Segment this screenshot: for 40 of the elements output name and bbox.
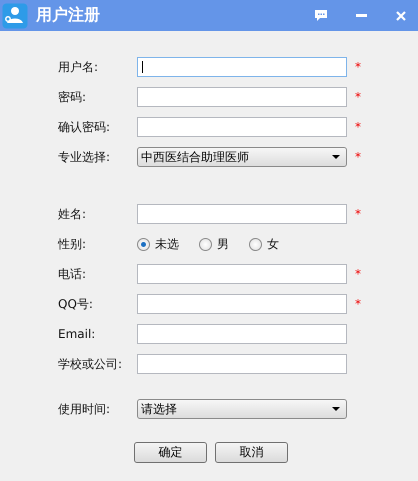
field-label: 电话: [58,266,88,282]
required-mark: * [355,120,361,134]
dropdown[interactable]: 请选择 [137,399,347,419]
required-mark: * [355,150,361,164]
input-field[interactable] [137,294,347,314]
radio-button[interactable] [199,238,212,250]
input-field[interactable] [137,57,347,77]
input-field[interactable] [137,324,347,344]
input-field[interactable] [137,204,347,224]
required-mark: * [355,60,361,74]
radio-label: 女 [267,236,279,252]
field-label: 专业选择: [58,148,112,166]
input-field[interactable] [137,354,347,374]
dropdown-arrow-icon [332,155,340,159]
app-logo-icon [2,2,28,28]
dialog-button[interactable]: 取消 [215,442,288,463]
input-field[interactable] [137,264,347,284]
field-label: 姓名: [58,206,88,222]
input-field[interactable] [137,87,347,107]
required-mark: * [355,297,361,311]
field-label: 确认密码: [58,118,112,136]
field-label: 性别: [58,236,88,252]
required-mark: * [355,90,361,104]
radio-button[interactable] [249,238,262,250]
required-mark: * [355,207,361,221]
required-mark: * [355,267,361,281]
field-label: 学校或公司: [58,356,124,372]
dialog-button[interactable]: 确定 [134,442,207,463]
dropdown-arrow-icon [332,407,340,411]
radio-button[interactable] [137,238,150,250]
dropdown[interactable]: 中西医结合助理医师 [137,147,347,167]
field-label: Email: [58,327,96,341]
window-title: 用户注册 [36,5,101,26]
radio-label: 未选 [155,236,179,252]
field-label: 用户名: [58,58,100,76]
field-label: 密码: [58,88,88,106]
input-field[interactable] [137,117,347,137]
radio-label: 男 [217,236,229,252]
field-label: 使用时间: [58,400,112,418]
field-label: QQ号: [58,296,94,312]
